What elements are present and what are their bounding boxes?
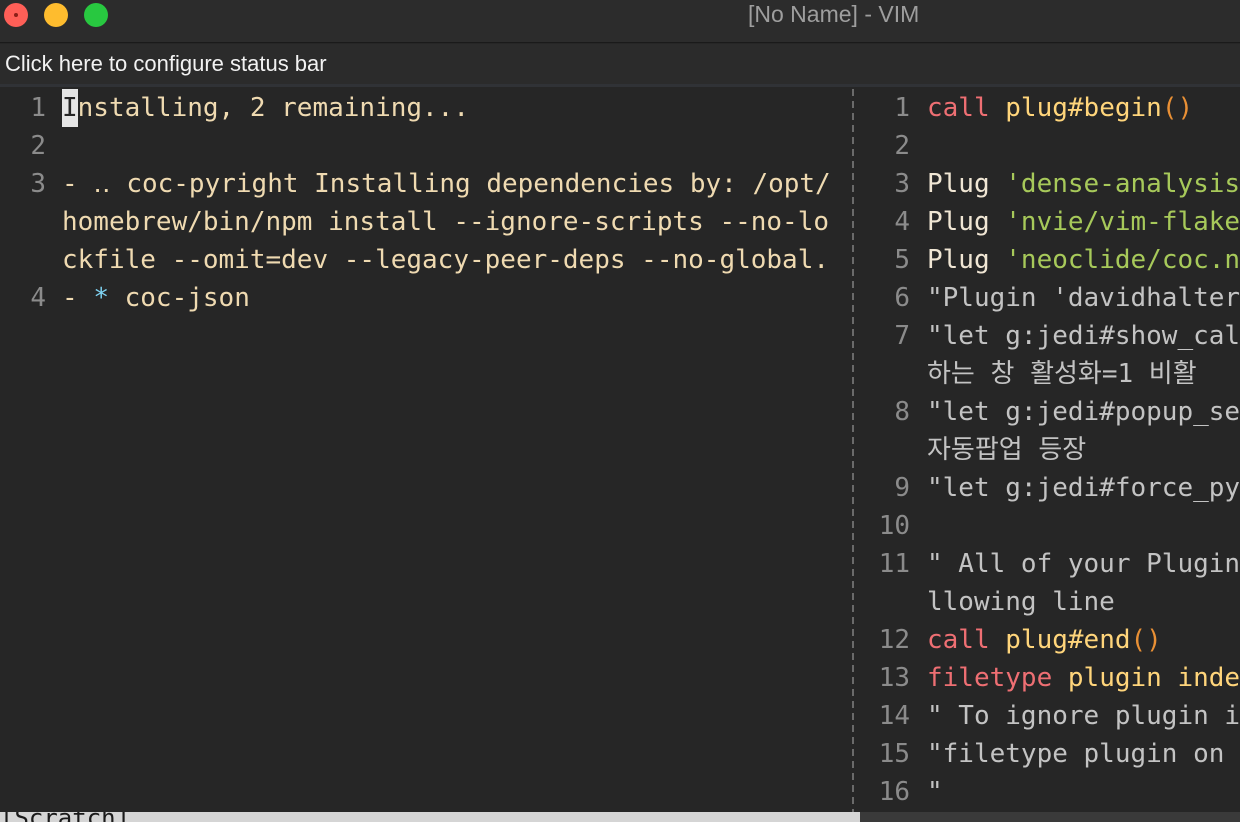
line-text: "let g:jedi#popup_se xyxy=(927,393,1240,431)
line-number: 14 xyxy=(878,701,910,731)
token-paren: () xyxy=(1130,625,1162,655)
line-text: "let g:jedi#force_py xyxy=(927,469,1240,507)
line-text: 자동팝업 등장 xyxy=(927,431,1086,469)
token-default xyxy=(990,245,1006,275)
line-number: 3 xyxy=(894,169,910,199)
token-default xyxy=(990,169,1006,199)
token-comment: "let g:jedi#show_cal xyxy=(927,321,1240,351)
line-text: - ‥ coc-pyright Installing dependencies … xyxy=(62,169,831,199)
token-comment: llowing line xyxy=(927,587,1115,617)
line-text: call plug#end() xyxy=(927,621,1162,659)
line-number: 13 xyxy=(878,663,910,693)
token-func: plugin inde xyxy=(1067,663,1240,693)
window-title: [No Name] - VIM xyxy=(748,1,920,27)
line-number: 16 xyxy=(878,777,910,807)
line-number: 15 xyxy=(878,739,910,769)
line-number: 2 xyxy=(30,131,46,161)
token-func: plug#begin xyxy=(1005,93,1162,123)
text-cursor: I xyxy=(62,89,78,127)
token-string: 'dense-analysis xyxy=(1005,169,1240,199)
line-number: 5 xyxy=(894,245,910,275)
pending-star-icon: * xyxy=(93,283,109,313)
line-text: filetype plugin inde xyxy=(927,659,1240,697)
line-text: 하는 창 활성화=1 비활 xyxy=(927,355,1197,393)
token-comment: " All of your Plugin xyxy=(927,549,1240,579)
editor-area[interactable]: 1 Installing, 2 remaining... 2 3- ‥ coc-pyr… xyxy=(0,89,1240,812)
line-number: 11 xyxy=(878,549,910,579)
token-comment: "filetype plugin on xyxy=(927,739,1225,769)
minimize-window-button[interactable] xyxy=(44,3,68,27)
line-text: " xyxy=(927,773,943,811)
token-comment: "let g:jedi#force_py xyxy=(927,473,1240,503)
line-text: llowing line xyxy=(927,583,1115,621)
configure-status-bar-label: Click here to configure status bar xyxy=(5,51,327,76)
token-keyword: filetype xyxy=(927,663,1053,693)
token-comment: 하는 창 활성화=1 비활 xyxy=(927,359,1197,389)
token-default xyxy=(990,625,1006,655)
token-comment: " xyxy=(927,777,943,807)
line-text: ckfile --omit=dev --legacy-peer-deps --n… xyxy=(62,245,830,275)
line-text: Plug 'nvie/vim-flake xyxy=(927,203,1240,241)
line-text: "filetype plugin on xyxy=(927,735,1224,773)
left-status-segment: [Scratch] xyxy=(0,812,860,822)
line-text: call plug#begin() xyxy=(927,89,1193,127)
left-split-pane[interactable]: 1 Installing, 2 remaining... 2 3- ‥ coc-pyr… xyxy=(0,89,850,812)
token-keyword: call xyxy=(927,625,990,655)
token-paren: () xyxy=(1161,93,1194,123)
line-text: Plug 'neoclide/coc.n xyxy=(927,241,1240,279)
close-window-button[interactable] xyxy=(4,3,28,27)
line-number: 4 xyxy=(30,283,46,313)
line-number: 1 xyxy=(30,93,46,123)
line-text-content: nstalling, 2 remaining... xyxy=(77,93,469,123)
token-default xyxy=(1052,663,1068,693)
line-text: " All of your Plugin xyxy=(927,545,1240,583)
line-number: 2 xyxy=(894,131,910,161)
zoom-window-button[interactable] xyxy=(84,3,108,27)
line-text-content: coc-json xyxy=(108,283,250,313)
line-number: 3 xyxy=(30,169,46,199)
buffer-name-label: [Scratch] xyxy=(0,812,130,822)
configure-status-bar-banner[interactable]: Click here to configure status bar xyxy=(0,44,1240,87)
token-comment: "Plugin 'davidhalter xyxy=(927,283,1240,313)
title-bar: [No Name] - VIM xyxy=(0,0,1240,43)
token-string: 'nvie/vim-flake xyxy=(1005,207,1240,237)
line-number: 12 xyxy=(878,625,910,655)
list-dash: - xyxy=(62,283,94,313)
line-text: homebrew/bin/npm install --ignore-script… xyxy=(62,207,830,237)
line-number: 8 xyxy=(894,397,910,427)
line-number: 9 xyxy=(894,473,910,503)
line-text: - * coc-json xyxy=(62,279,250,317)
token-white: Plug xyxy=(927,207,990,237)
token-keyword: call xyxy=(927,93,990,123)
line-number: 4 xyxy=(894,207,910,237)
token-default xyxy=(990,93,1006,123)
token-string: 'neoclide/coc.n xyxy=(1005,245,1240,275)
line-text: Installing, 2 remaining... xyxy=(62,89,469,127)
line-number: 6 xyxy=(894,283,910,313)
line-number: 10 xyxy=(878,511,910,541)
token-default xyxy=(990,207,1006,237)
status-line: [Scratch] xyxy=(0,812,1240,822)
token-comment: 자동팝업 등장 xyxy=(927,435,1087,465)
line-text: "Plugin 'davidhalter xyxy=(927,279,1240,317)
line-text: Plug 'dense-analysis xyxy=(927,165,1240,203)
right-split-pane[interactable]: 1 call plug#begin() 2 3 Plug 'dense-analysis… xyxy=(862,89,1240,812)
token-comment: "let g:jedi#popup_se xyxy=(927,397,1240,427)
token-white: Plug xyxy=(927,245,990,275)
line-number: 7 xyxy=(894,321,910,351)
token-white: Plug xyxy=(927,169,990,199)
token-comment: " To ignore plugin i xyxy=(927,701,1240,731)
line-text: "let g:jedi#show_cal xyxy=(927,317,1240,355)
vertical-split-divider[interactable] xyxy=(852,89,854,812)
line-number: 1 xyxy=(894,93,910,123)
token-func: plug#end xyxy=(1005,625,1131,655)
line-text: " To ignore plugin i xyxy=(927,697,1240,735)
